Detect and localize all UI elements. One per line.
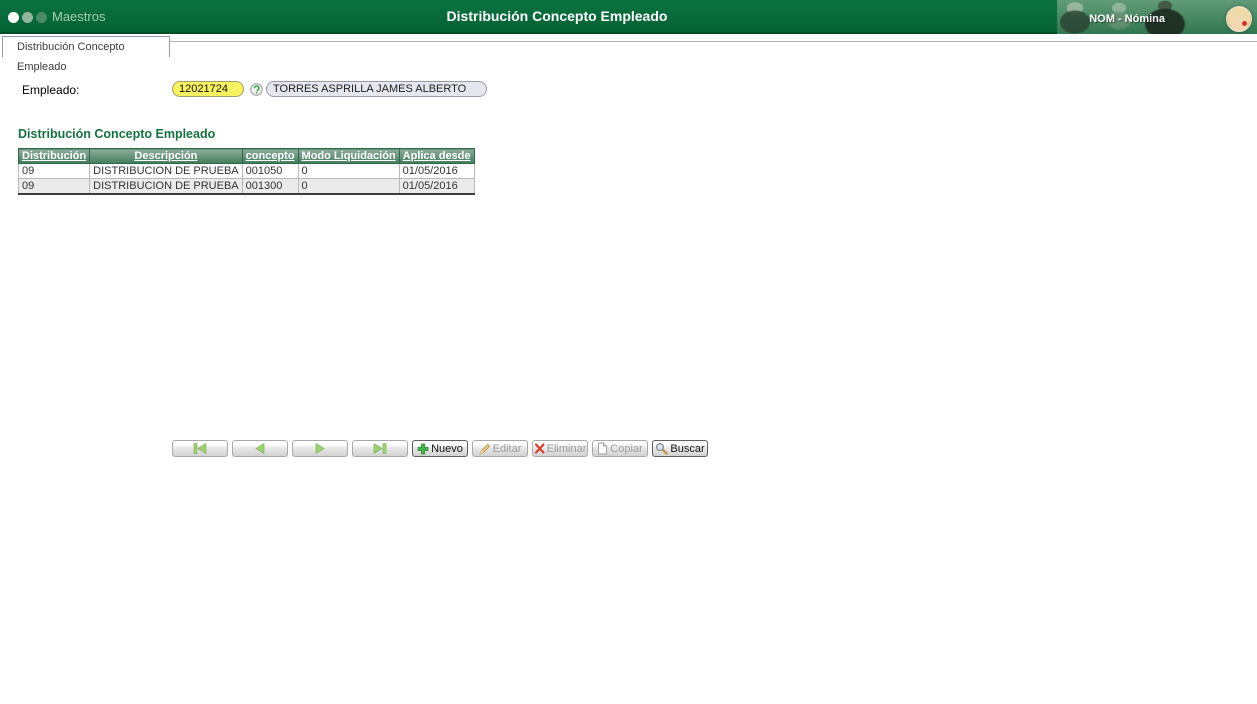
cell-descripcion: DISTRIBUCION DE PRUEBA: [89, 178, 243, 194]
nav-previous-button[interactable]: [232, 440, 288, 457]
status-dot-icon: [1242, 21, 1247, 26]
app-name: Maestros: [52, 9, 106, 24]
button-label: Editar: [492, 442, 522, 455]
button-label: Nuevo: [431, 442, 463, 455]
window-dots: [8, 12, 47, 23]
app-header: Maestros Distribución Concepto Empleado …: [0, 0, 1257, 34]
column-header-distribucion[interactable]: Distribución: [17, 148, 91, 164]
buscar-button[interactable]: Buscar: [652, 440, 708, 457]
employee-code-input[interactable]: [172, 81, 244, 97]
avatar[interactable]: [1226, 6, 1252, 32]
cell-modo-liquidacion: 0: [297, 163, 400, 179]
cell-concepto: 001050: [241, 163, 299, 179]
cell-distribucion: 09: [17, 178, 91, 194]
column-header-concepto[interactable]: concepto: [241, 148, 299, 164]
lookup-help-icon[interactable]: [250, 83, 263, 96]
table-header-row: Distribución Descripción concepto Modo L…: [17, 148, 475, 164]
employee-label: Empleado:: [22, 83, 80, 97]
distribution-table: Distribución Descripción concepto Modo L…: [17, 148, 475, 195]
last-page-icon: [373, 443, 387, 454]
column-header-aplica-desde[interactable]: Aplica desde: [398, 148, 475, 164]
window-dot-icon: [22, 12, 33, 23]
tabstrip-divider: [170, 41, 1257, 42]
previous-page-icon: [255, 443, 265, 454]
next-page-icon: [315, 443, 325, 454]
window-dot-icon: [8, 12, 19, 23]
distribucion-concepto-empleado-page: Maestros Distribución Concepto Empleado …: [0, 0, 1257, 704]
delete-x-icon: [534, 443, 545, 454]
record-toolbar: Nuevo Editar Eliminar Copiar Buscar: [172, 440, 708, 457]
plus-icon: [417, 443, 429, 454]
eliminar-button[interactable]: Eliminar: [532, 440, 588, 457]
nav-first-button[interactable]: [172, 440, 228, 457]
nav-last-button[interactable]: [352, 440, 408, 457]
section-title: Distribución Concepto Empleado: [18, 127, 216, 141]
copiar-button[interactable]: Copiar: [592, 440, 648, 457]
window-dot-icon: [36, 12, 47, 23]
module-label: NOM - Nómina: [1089, 13, 1165, 25]
column-header-modo-liquidacion[interactable]: Modo Liquidación: [297, 148, 400, 164]
cell-modo-liquidacion: 0: [297, 178, 400, 194]
magnifier-icon: [656, 442, 669, 455]
cell-descripcion: DISTRIBUCION DE PRUEBA: [89, 163, 243, 179]
cell-aplica-desde: 01/05/2016: [398, 178, 475, 194]
button-label: Copiar: [610, 442, 643, 455]
page-title: Distribución Concepto Empleado: [446, 8, 668, 24]
cell-concepto: 001300: [241, 178, 299, 194]
pencil-icon: [479, 443, 490, 455]
nav-next-button[interactable]: [292, 440, 348, 457]
tab-distribucion-concepto-empleado[interactable]: Distribución Concepto Empleado: [2, 36, 170, 73]
editar-button[interactable]: Editar: [472, 440, 528, 457]
table-row[interactable]: 09 DISTRIBUCION DE PRUEBA 001300 0 01/05…: [17, 178, 475, 194]
button-label: Eliminar: [546, 442, 587, 455]
button-label: Buscar: [670, 442, 705, 455]
cell-distribucion: 09: [17, 163, 91, 179]
cell-aplica-desde: 01/05/2016: [398, 163, 475, 179]
copy-page-icon: [598, 442, 608, 455]
first-page-icon: [193, 443, 207, 454]
column-header-descripcion[interactable]: Descripción: [89, 148, 243, 164]
employee-name-input[interactable]: [266, 81, 487, 97]
table-row[interactable]: 09 DISTRIBUCION DE PRUEBA 001050 0 01/05…: [17, 163, 475, 179]
nuevo-button[interactable]: Nuevo: [412, 440, 468, 457]
